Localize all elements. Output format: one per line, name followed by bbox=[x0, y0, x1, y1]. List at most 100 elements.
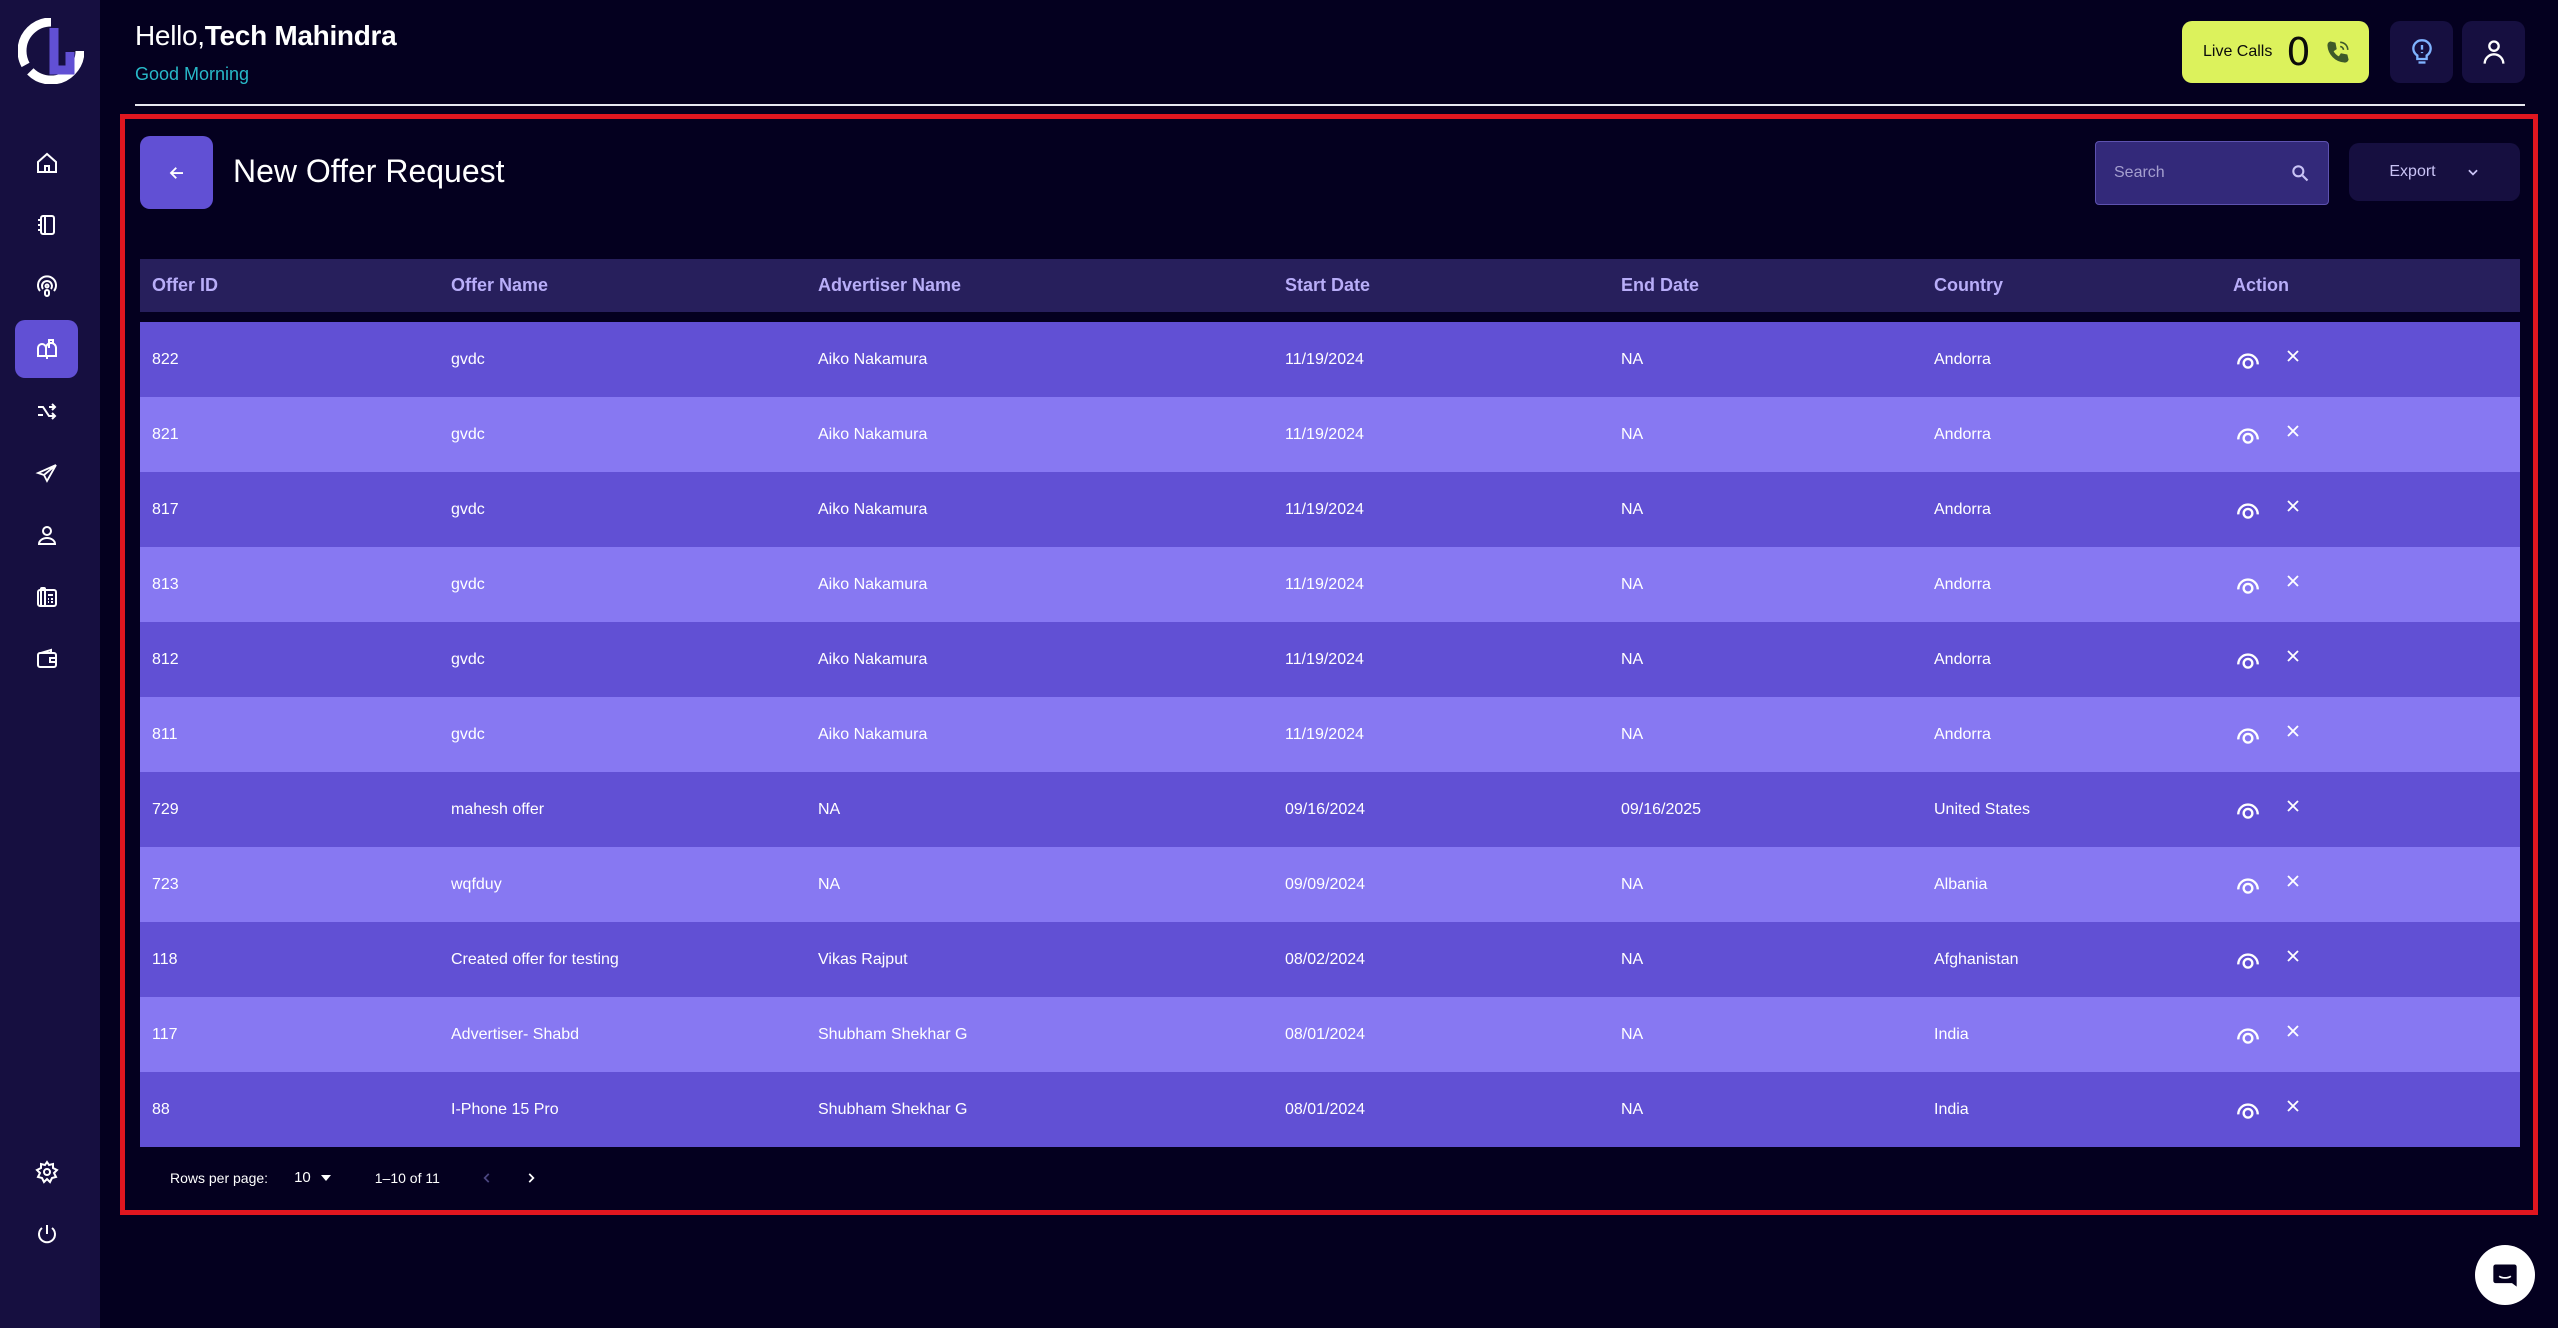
close-icon bbox=[2287, 874, 2299, 887]
cell-country: Andorra bbox=[1934, 350, 1991, 368]
cell-offer-id: 817 bbox=[152, 500, 179, 518]
table-row[interactable]: 812 gvdc Aiko Nakamura 11/19/2024 NA Andorra bbox=[140, 622, 2520, 697]
gear-icon bbox=[34, 1160, 59, 1184]
rows-per-page-select[interactable]: 10 bbox=[294, 1169, 331, 1186]
profile-button[interactable] bbox=[2462, 21, 2525, 83]
table-header: Offer ID Offer Name Advertiser Name Star… bbox=[140, 259, 2520, 312]
column-header-offer-id[interactable]: Offer ID bbox=[140, 275, 439, 296]
view-button[interactable] bbox=[2235, 797, 2261, 823]
view-button[interactable] bbox=[2235, 1097, 2261, 1123]
table-row[interactable]: 822 gvdc Aiko Nakamura 11/19/2024 NA Andorra bbox=[140, 322, 2520, 397]
chevron-right-icon bbox=[528, 1172, 535, 1183]
sidebar-item-users[interactable] bbox=[15, 506, 78, 564]
column-header-end-date[interactable]: End Date bbox=[1609, 275, 1922, 296]
table-row[interactable]: 88 I-Phone 15 Pro Shubham Shekhar G 08/01/2… bbox=[140, 1072, 2520, 1147]
sidebar-item-campaigns[interactable] bbox=[15, 444, 78, 502]
reject-button[interactable] bbox=[2283, 874, 2303, 891]
cell-country: India bbox=[1934, 1100, 1969, 1118]
sidebar bbox=[0, 0, 100, 1328]
reject-button[interactable] bbox=[2283, 799, 2303, 816]
column-header-offer-name[interactable]: Offer Name bbox=[439, 275, 806, 296]
table-row[interactable]: 723 wqfduy NA 09/09/2024 NA Albania bbox=[140, 847, 2520, 922]
phone-call-icon bbox=[2326, 41, 2349, 63]
reject-button[interactable] bbox=[2283, 1099, 2303, 1116]
page-title: New Offer Request bbox=[233, 153, 505, 189]
podcast-icon bbox=[36, 275, 57, 297]
row-actions bbox=[2221, 647, 2520, 673]
row-actions bbox=[2221, 572, 2520, 598]
table-row[interactable]: 729 mahesh offer NA 09/16/2024 09/16/2025 Uni… bbox=[140, 772, 2520, 847]
reject-button[interactable] bbox=[2283, 724, 2303, 741]
back-button[interactable] bbox=[140, 136, 213, 209]
view-button[interactable] bbox=[2235, 872, 2261, 898]
arrow-left-icon bbox=[169, 166, 183, 179]
cell-advertiser-name: NA bbox=[818, 800, 841, 818]
view-button[interactable] bbox=[2235, 347, 2261, 373]
sidebar-item-wallet[interactable] bbox=[15, 630, 78, 688]
desk-phone-icon bbox=[36, 587, 57, 607]
reject-button[interactable] bbox=[2283, 574, 2303, 591]
eye-icon bbox=[2237, 502, 2259, 519]
cell-start-date: 11/19/2024 bbox=[1285, 575, 1364, 593]
table-row[interactable]: 118 Created offer for testing Vikas Rajput… bbox=[140, 922, 2520, 997]
cell-advertiser-name: Vikas Rajput bbox=[818, 950, 908, 968]
cell-offer-id: 821 bbox=[152, 425, 179, 443]
cell-offer-name: gvdc bbox=[451, 350, 485, 368]
export-dropdown[interactable]: Export bbox=[2349, 143, 2520, 201]
reject-button[interactable] bbox=[2283, 649, 2303, 666]
column-header-country[interactable]: Country bbox=[1922, 275, 2221, 296]
cell-offer-id: 812 bbox=[152, 650, 179, 668]
search-icon[interactable] bbox=[2290, 163, 2310, 183]
insights-button[interactable] bbox=[2390, 21, 2453, 83]
view-button[interactable] bbox=[2235, 497, 2261, 523]
column-header-start-date[interactable]: Start Date bbox=[1273, 275, 1609, 296]
cell-end-date: NA bbox=[1621, 725, 1644, 743]
close-icon bbox=[2287, 424, 2299, 437]
reject-button[interactable] bbox=[2283, 1024, 2303, 1041]
search-input[interactable] bbox=[2114, 164, 2264, 182]
next-page-button[interactable] bbox=[524, 1171, 538, 1185]
cell-end-date: NA bbox=[1621, 950, 1644, 968]
rows-per-page-value: 10 bbox=[294, 1169, 311, 1186]
live-calls-button[interactable]: Live Calls 0 bbox=[2182, 21, 2369, 83]
table-row[interactable]: 117 Advertiser- Shabd Shubham Shekhar G 08/… bbox=[140, 997, 2520, 1072]
sidebar-item-home[interactable] bbox=[15, 134, 78, 192]
search-box[interactable] bbox=[2095, 141, 2329, 205]
table-row[interactable]: 813 gvdc Aiko Nakamura 11/19/2024 NA Andorra bbox=[140, 547, 2520, 622]
sidebar-item-settings[interactable] bbox=[15, 1143, 78, 1201]
pagination: Rows per page: 10 1–10 of 11 bbox=[170, 1169, 538, 1186]
table-row[interactable]: 811 gvdc Aiko Nakamura 11/19/2024 NA Andorra bbox=[140, 697, 2520, 772]
cell-country: Afghanistan bbox=[1934, 950, 2019, 968]
cell-offer-name: mahesh offer bbox=[451, 800, 545, 818]
sidebar-item-phone-numbers[interactable] bbox=[15, 568, 78, 626]
cell-advertiser-name: NA bbox=[818, 875, 841, 893]
home-icon bbox=[36, 152, 57, 173]
sidebar-item-routing[interactable] bbox=[15, 382, 78, 440]
column-header-advertiser-name[interactable]: Advertiser Name bbox=[806, 275, 1273, 296]
view-button[interactable] bbox=[2235, 572, 2261, 598]
sidebar-item-broadcast[interactable] bbox=[15, 258, 78, 316]
previous-page-button[interactable] bbox=[480, 1171, 494, 1185]
cell-offer-name: gvdc bbox=[451, 575, 485, 593]
reject-button[interactable] bbox=[2283, 949, 2303, 966]
reject-button[interactable] bbox=[2283, 424, 2303, 441]
table-row[interactable]: 817 gvdc Aiko Nakamura 11/19/2024 NA Andorra bbox=[140, 472, 2520, 547]
sidebar-item-offers[interactable] bbox=[15, 320, 78, 378]
sidebar-item-contacts-book[interactable] bbox=[15, 196, 78, 254]
reject-button[interactable] bbox=[2283, 349, 2303, 366]
cell-advertiser-name: Aiko Nakamura bbox=[818, 725, 928, 743]
view-button[interactable] bbox=[2235, 647, 2261, 673]
view-button[interactable] bbox=[2235, 722, 2261, 748]
eye-icon bbox=[2237, 652, 2259, 669]
table-row[interactable]: 821 gvdc Aiko Nakamura 11/19/2024 NA Andorra bbox=[140, 397, 2520, 472]
cell-advertiser-name: Aiko Nakamura bbox=[818, 650, 928, 668]
caret-down-icon bbox=[320, 1174, 331, 1181]
chat-widget-button[interactable] bbox=[2475, 1245, 2535, 1305]
row-actions bbox=[2221, 722, 2520, 748]
view-button[interactable] bbox=[2235, 422, 2261, 448]
reject-button[interactable] bbox=[2283, 499, 2303, 516]
row-actions bbox=[2221, 497, 2520, 523]
view-button[interactable] bbox=[2235, 947, 2261, 973]
view-button[interactable] bbox=[2235, 1022, 2261, 1048]
sidebar-item-logout[interactable] bbox=[15, 1205, 78, 1263]
